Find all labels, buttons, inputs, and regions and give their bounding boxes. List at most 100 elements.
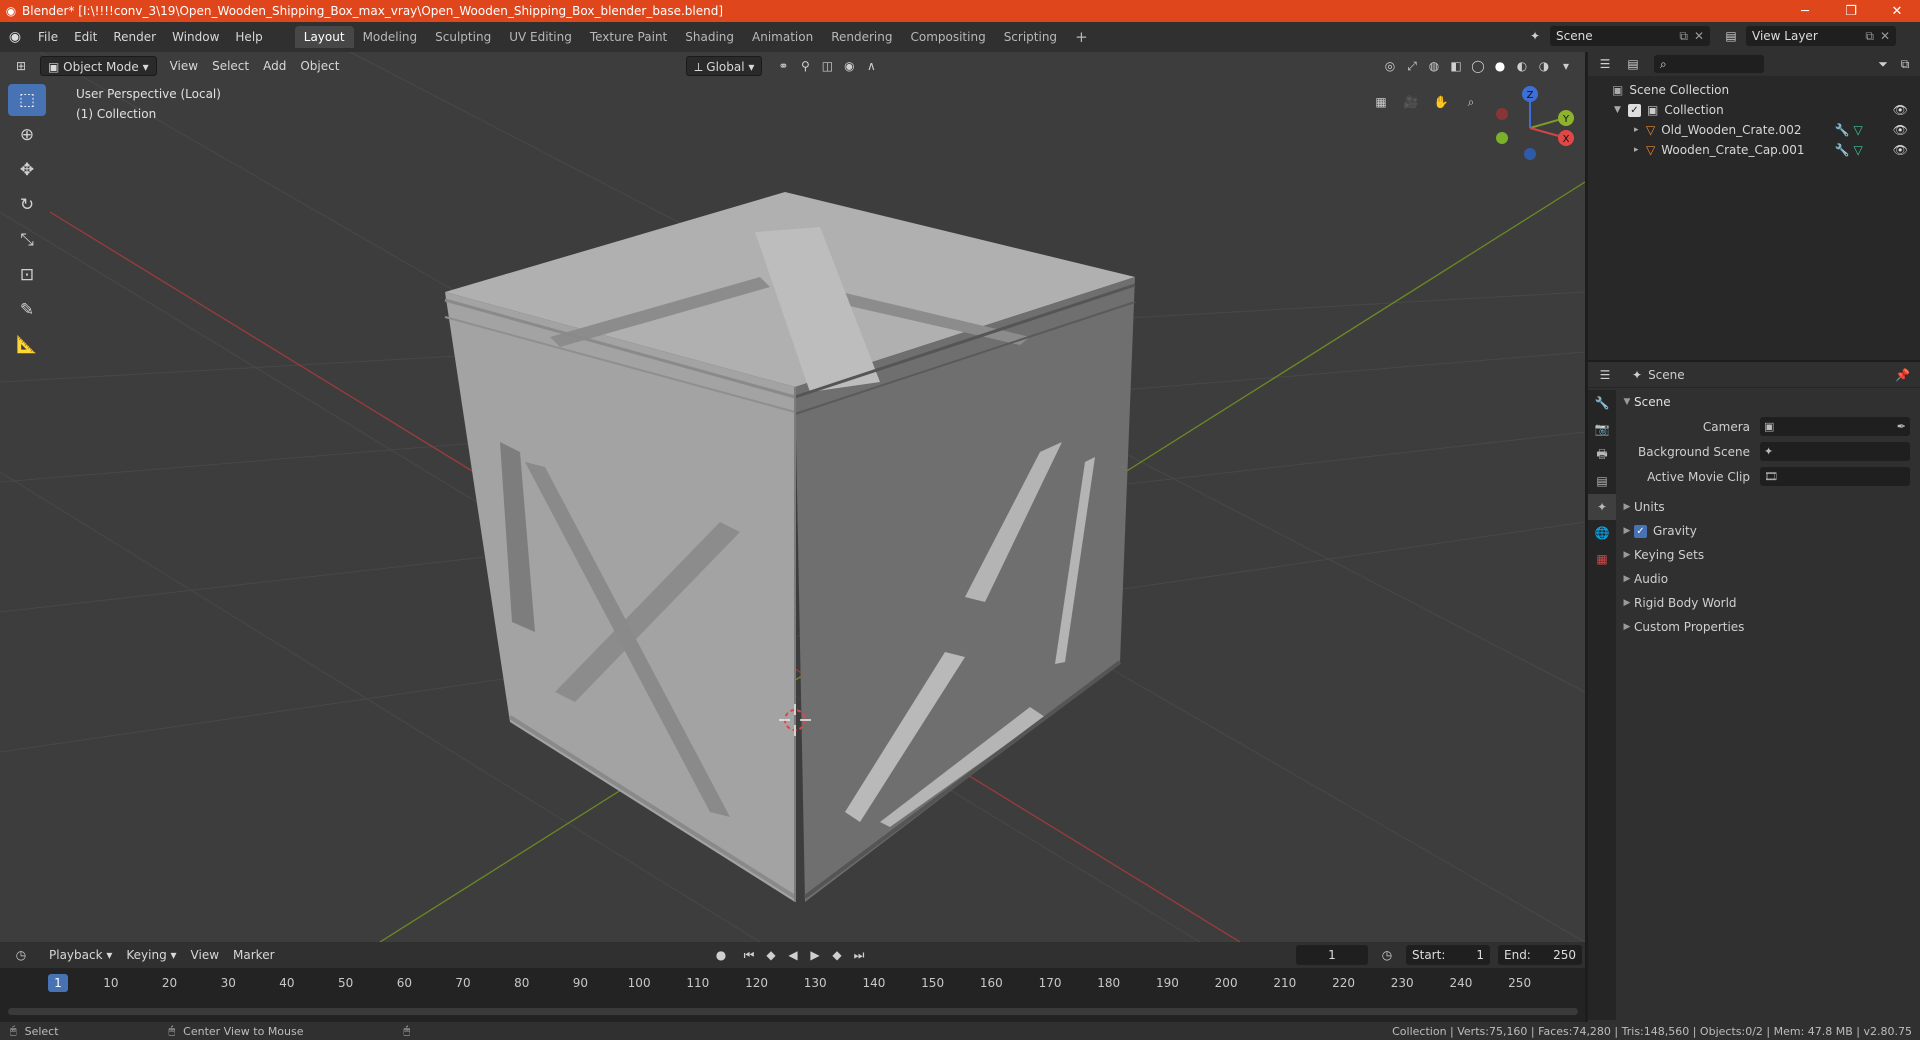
proportional-edit-icon[interactable]: ◉ [838,56,860,76]
cursor-tool-icon[interactable]: ⊕ [8,119,46,151]
outliner-editor-type-icon[interactable]: ☰ [1594,54,1616,74]
solid-shading-icon[interactable]: ● [1489,56,1511,76]
mode-dropdown[interactable]: ▣ Object Mode ▾ [40,56,157,76]
rotate-tool-icon[interactable]: ↻ [8,189,46,221]
tab-animation[interactable]: Animation [743,26,822,48]
active-movie-clip-field[interactable]: 🎞 [1760,467,1910,486]
outliner-collection[interactable]: ▼ ✓ ▣ Collection 👁 [1588,100,1920,120]
new-view-layer-icon[interactable]: ⧉ [1865,29,1874,44]
select-box-tool-icon[interactable]: ⬚ [8,84,46,116]
display-mode-icon[interactable]: ▤ [1622,54,1644,74]
tab-rendering[interactable]: Rendering [822,26,901,48]
menu-file[interactable]: File [30,26,66,48]
snap-icon[interactable]: ⚲ [794,56,816,76]
menu-window[interactable]: Window [164,26,227,48]
measure-tool-icon[interactable]: 📐 [8,329,46,361]
camera-field[interactable]: ▣ ✒ [1760,417,1910,436]
axis-gizmo[interactable]: Y Z X [1490,78,1580,178]
wooden-crate-model[interactable] [444,192,1136,902]
rigid-body-world-panel[interactable]: ▶ Rigid Body World [1620,591,1918,615]
eye-icon[interactable]: 👁 [1893,143,1908,157]
new-scene-icon[interactable]: ⧉ [1679,29,1688,44]
navigation-gizmo[interactable]: ▦ 🎥 ✋ ⌕ Y Z X [1370,78,1580,218]
texture-properties-tab-icon[interactable]: ▦ [1588,546,1616,572]
tab-compositing[interactable]: Compositing [901,26,994,48]
tool-properties-tab-icon[interactable]: 🔧 [1588,390,1616,416]
gizmo-toggle-icon[interactable]: ⤢ [1401,56,1423,76]
neg-z-axis-handle[interactable] [1524,148,1536,160]
filter-icon[interactable]: ⏷ [1872,54,1894,74]
keying-sets-panel[interactable]: ▶ Keying Sets [1620,543,1918,567]
background-scene-field[interactable]: ✦ [1760,442,1910,461]
eyedropper-icon[interactable]: ✒ [1897,420,1906,433]
scene-properties-tab-icon[interactable]: ✦ [1588,494,1616,520]
move-tool-icon[interactable]: ✥ [8,154,46,186]
tab-modeling[interactable]: Modeling [354,26,427,48]
scene-browse-icon[interactable]: ✦ [1524,26,1546,46]
scene-panel-header[interactable]: ▼ Scene [1620,390,1918,414]
expand-arrow-icon[interactable]: ▸ [1634,145,1646,155]
custom-properties-panel[interactable]: ▶ Custom Properties [1620,615,1918,639]
shading-options-icon[interactable]: ▾ [1555,56,1577,76]
menu-render[interactable]: Render [105,26,164,48]
mesh-data-icon[interactable]: ▽ [1854,123,1863,137]
outliner-search-input[interactable]: ⌕ [1654,55,1764,73]
record-icon[interactable]: ● [710,945,732,965]
collapse-arrow-icon[interactable]: ▼ [1614,105,1628,115]
viewport-menu-add[interactable]: Add [256,56,293,76]
current-frame-field[interactable]: 1 [1296,945,1368,965]
eye-icon[interactable]: 👁 [1893,103,1908,117]
menu-help[interactable]: Help [227,26,270,48]
outliner-object-row[interactable]: ▸ ▽ Wooden_Crate_Cap.001 🔧 ▽ 👁 [1588,140,1920,160]
jump-end-icon[interactable]: ⏭ [848,945,870,965]
mesh-data-icon[interactable]: ▽ [1854,143,1863,157]
timeline-scrollbar[interactable] [8,1008,1578,1015]
audio-panel[interactable]: ▶ Audio [1620,567,1918,591]
editor-type-icon[interactable]: ⊞ [10,56,32,76]
expand-arrow-icon[interactable]: ▸ [1634,125,1646,135]
add-workspace-button[interactable]: + [1066,26,1097,48]
outliner-scene-collection[interactable]: ▣ Scene Collection [1588,80,1920,100]
tab-texture-paint[interactable]: Texture Paint [581,26,676,48]
tab-layout[interactable]: Layout [294,26,354,48]
pin-icon[interactable]: 📌 [1895,368,1910,382]
properties-editor-type-icon[interactable]: ☰ [1594,365,1616,385]
tab-shading[interactable]: Shading [676,26,743,48]
neg-y-axis-handle[interactable] [1496,132,1508,144]
delete-scene-icon[interactable]: ✕ [1694,29,1704,43]
annotate-tool-icon[interactable]: ✎ [8,294,46,326]
menu-edit[interactable]: Edit [66,26,105,48]
collection-checkbox[interactable]: ✓ [1628,103,1641,117]
timeline-menu-keying[interactable]: Keying ▾ [119,945,183,965]
maximize-button[interactable]: ❐ [1828,0,1874,22]
preview-range-icon[interactable]: ◷ [1376,945,1398,965]
new-collection-icon[interactable]: ⧉ [1894,54,1916,74]
scale-tool-icon[interactable]: ⤡ [8,224,46,256]
toggle-perspective-icon[interactable]: ▦ [1370,92,1392,112]
outliner-object-row[interactable]: ▸ ▽ Old_Wooden_Crate.002 🔧 ▽ 👁 [1588,120,1920,140]
output-properties-tab-icon[interactable]: 🖶 [1588,442,1616,468]
view-layer-browse-icon[interactable]: ▤ [1720,26,1742,46]
viewport-menu-select[interactable]: Select [205,56,256,76]
jump-keyframe-forward-icon[interactable]: ◆ [826,945,848,965]
timeline-menu-marker[interactable]: Marker [226,945,281,965]
jump-keyframe-back-icon[interactable]: ◆ [760,945,782,965]
delete-view-layer-icon[interactable]: ✕ [1880,29,1890,43]
transform-orientation-dropdown[interactable]: ⟂ Global ▾ [686,56,763,76]
modifier-wrench-icon[interactable]: 🔧 [1835,143,1850,157]
eye-icon[interactable]: 👁 [1893,123,1908,137]
falloff-icon[interactable]: ∧ [860,56,882,76]
gravity-panel[interactable]: ▶ ✓ Gravity [1620,519,1918,543]
play-reverse-icon[interactable]: ◀ [782,945,804,965]
camera-view-icon[interactable]: 🎥 [1400,92,1422,112]
play-icon[interactable]: ▶ [804,945,826,965]
viewport-menu-view[interactable]: View [163,56,205,76]
tab-uv-editing[interactable]: UV Editing [500,26,581,48]
rendered-shading-icon[interactable]: ◑ [1533,56,1555,76]
transform-tool-icon[interactable]: ⊡ [8,259,46,291]
jump-start-icon[interactable]: ⏮ [738,945,760,965]
viewport-menu-object[interactable]: Object [293,56,346,76]
tab-sculpting[interactable]: Sculpting [426,26,500,48]
current-frame-marker[interactable]: 1 [48,974,68,992]
close-button[interactable]: ✕ [1874,0,1920,22]
